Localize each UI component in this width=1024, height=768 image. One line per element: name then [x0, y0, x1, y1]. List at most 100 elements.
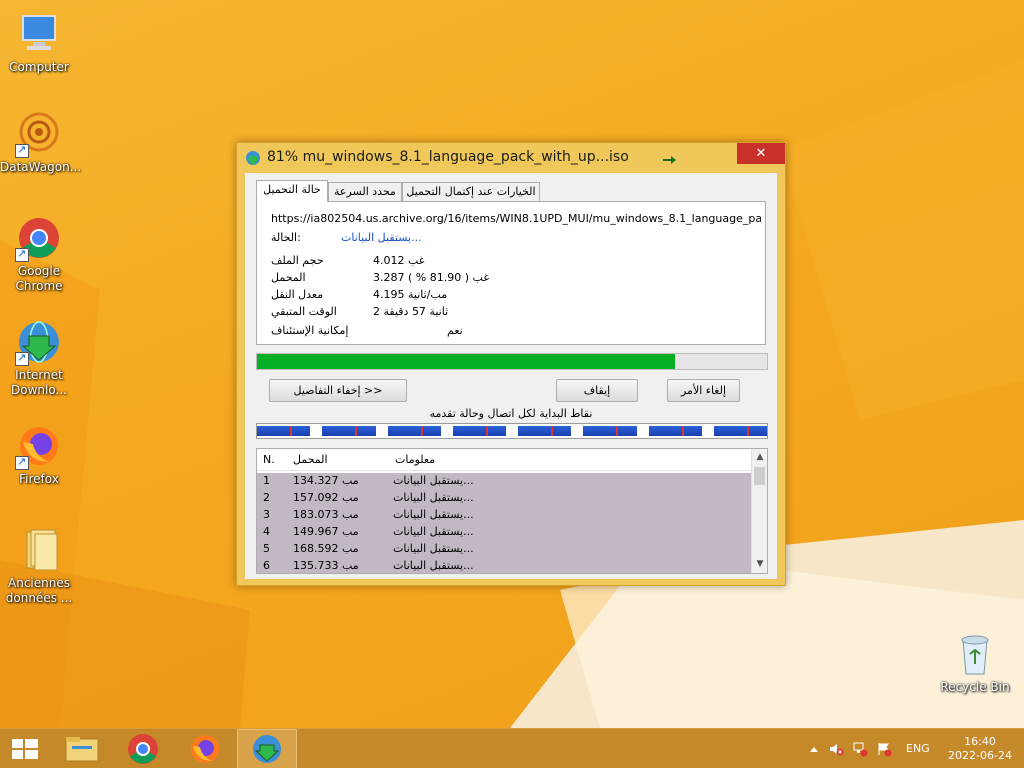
progress-bar-fill [257, 354, 675, 369]
connection-segment [583, 426, 637, 436]
download-status-panel: https://ia802504.us.archive.org/16/items… [256, 201, 766, 345]
resume-capability-label: إمكانية الإستئناف [271, 324, 349, 337]
list-scrollbar[interactable]: ▲ ▼ [751, 449, 767, 573]
connection-downloaded: 183.073 مب [293, 508, 359, 521]
window-titlebar[interactable]: 81% mu_windows_8.1_language_pack_with_up… [237, 143, 785, 173]
hide-details-button[interactable]: إخفاء التفاصيل >> [269, 379, 407, 402]
shortcut-arrow-icon [15, 246, 29, 262]
status-value: يستقبل البيانات... [341, 231, 422, 244]
column-header-number[interactable]: N. [263, 453, 275, 466]
connection-downloaded: 135.733 مب [293, 559, 359, 572]
desktop-icon-label: Computer [9, 60, 69, 74]
segment-start-marker [681, 426, 684, 436]
download-progress-window[interactable]: 81% mu_windows_8.1_language_pack_with_up… [236, 142, 786, 586]
transfer-rate-value: 4.195 مب/ثانية [373, 288, 448, 301]
scroll-up-arrow-icon[interactable]: ▲ [752, 449, 767, 465]
pause-button[interactable]: إيقاف [556, 379, 638, 402]
connection-info: يستقبل البيانات... [393, 491, 474, 504]
segment-start-marker [485, 426, 488, 436]
shortcut-arrow-icon [15, 454, 29, 470]
chrome-icon [15, 214, 63, 262]
tab-download-status[interactable]: حالة التحميل [256, 180, 328, 202]
connection-segment [648, 426, 702, 436]
connection-number: 4 [263, 525, 270, 538]
network-icon[interactable] [852, 741, 868, 757]
connection-segment [322, 426, 376, 436]
taskbar: ENG 16:40 2022-06-24 [0, 728, 1024, 768]
cancel-button[interactable]: إلغاء الأمر [667, 379, 740, 402]
list-row[interactable]: 4 149.967 مب يستقبل البيانات... [257, 524, 751, 541]
connection-downloaded: 157.092 مب [293, 491, 359, 504]
tab-speed-limiter[interactable]: محدد السرعة [328, 182, 402, 201]
time-left-label: الوقت المتبقي [271, 305, 337, 318]
connections-label: نقاط البداية لكل اتصال وحالة تقدمه [429, 407, 593, 420]
desktop-icon-firefox[interactable]: Firefox [0, 422, 78, 487]
input-language-indicator[interactable]: ENG [906, 742, 930, 755]
desktop-icon-label: Recycle Bin [940, 680, 1010, 694]
scroll-thumb[interactable] [754, 467, 765, 485]
idm-icon [246, 151, 260, 165]
connection-info: يستقبل البيانات... [393, 542, 474, 555]
taskbar-firefox[interactable] [175, 729, 235, 768]
desktop-icon-computer[interactable]: Computer [0, 10, 78, 75]
resume-capability-value: نعم [447, 324, 463, 337]
connection-number: 5 [263, 542, 270, 555]
desktop-icon-recycle-bin[interactable]: Recycle Bin [936, 630, 1014, 695]
action-center-icon[interactable] [876, 741, 892, 757]
list-row[interactable]: 3 183.073 مب يستقبل البيانات... [257, 507, 751, 524]
connection-segment [257, 426, 311, 436]
desktop-icon-label: Internet Downlo... [11, 368, 67, 397]
close-button[interactable]: ✕ [737, 143, 785, 164]
window-title: 81% mu_windows_8.1_language_pack_with_up… [267, 149, 629, 165]
transfer-rate-label: معدل النقل [271, 288, 324, 301]
list-row[interactable]: 6 135.733 مب يستقبل البيانات... [257, 558, 751, 573]
segment-start-marker [551, 426, 553, 436]
recycle-bin-icon [951, 630, 999, 678]
show-hidden-icons-icon[interactable] [806, 741, 822, 757]
column-header-downloaded[interactable]: المحمل [293, 453, 328, 466]
tab-completion-options[interactable]: الخيارات عند إكتمال التحميل [402, 182, 540, 201]
windows-logo-icon [12, 739, 38, 759]
connection-segments-bar [256, 423, 768, 439]
list-row[interactable]: 5 168.592 مب يستقبل البيانات... [257, 541, 751, 558]
taskbar-file-explorer[interactable] [52, 729, 112, 768]
volume-muted-icon[interactable] [828, 741, 844, 757]
connection-info: يستقبل البيانات... [393, 474, 474, 487]
segment-start-marker [355, 426, 358, 436]
column-header-info[interactable]: معلومات [395, 453, 435, 466]
scroll-down-arrow-icon[interactable]: ▼ [752, 556, 767, 572]
download-progress-bar [256, 353, 768, 370]
taskbar-chrome[interactable] [113, 729, 173, 768]
connection-info: يستقبل البيانات... [393, 525, 474, 538]
connection-info: يستقبل البيانات... [393, 559, 474, 572]
connection-number: 3 [263, 508, 270, 521]
desktop-icon-idm[interactable]: Internet Downlo... [0, 318, 78, 398]
segment-start-marker [746, 426, 749, 436]
connection-number: 1 [263, 474, 270, 487]
list-row[interactable]: 2 157.092 مب يستقبل البيانات... [257, 490, 751, 507]
connections-list[interactable]: N. المحمل معلومات 1 134.327 مب يستقبل البي… [256, 448, 768, 574]
shortcut-arrow-icon [15, 350, 29, 366]
connection-segment [452, 426, 506, 436]
firefox-icon [191, 735, 219, 763]
time-left-value: 2 ثانية 57 دقيقة [373, 305, 449, 318]
downloaded-label: المحمل [271, 271, 306, 284]
file-size-label: حجم الملف [271, 254, 324, 267]
minimize-to-tray-icon[interactable] [657, 147, 683, 169]
connection-segment [387, 426, 441, 436]
desktop-icon-label: Anciennes données ... [5, 576, 73, 605]
desktop-icon-datawagon[interactable]: DataWagon... [0, 110, 81, 175]
desktop-icon-label: Firefox [19, 472, 59, 486]
start-button[interactable] [0, 729, 60, 768]
desktop-icon-chrome[interactable]: Google Chrome [0, 214, 78, 294]
taskbar-idm[interactable] [237, 729, 297, 768]
chrome-icon [128, 734, 158, 764]
segment-start-marker [616, 426, 619, 436]
connection-number: 2 [263, 491, 270, 504]
desktop-icon-folder[interactable]: Anciennes données ... [0, 526, 78, 606]
list-row[interactable]: 1 134.327 مب يستقبل البيانات... [257, 473, 751, 490]
connection-segment [713, 426, 767, 436]
firefox-icon [15, 422, 63, 470]
clock[interactable]: 16:40 2022-06-24 [944, 735, 1016, 763]
clock-time: 16:40 [964, 735, 996, 748]
